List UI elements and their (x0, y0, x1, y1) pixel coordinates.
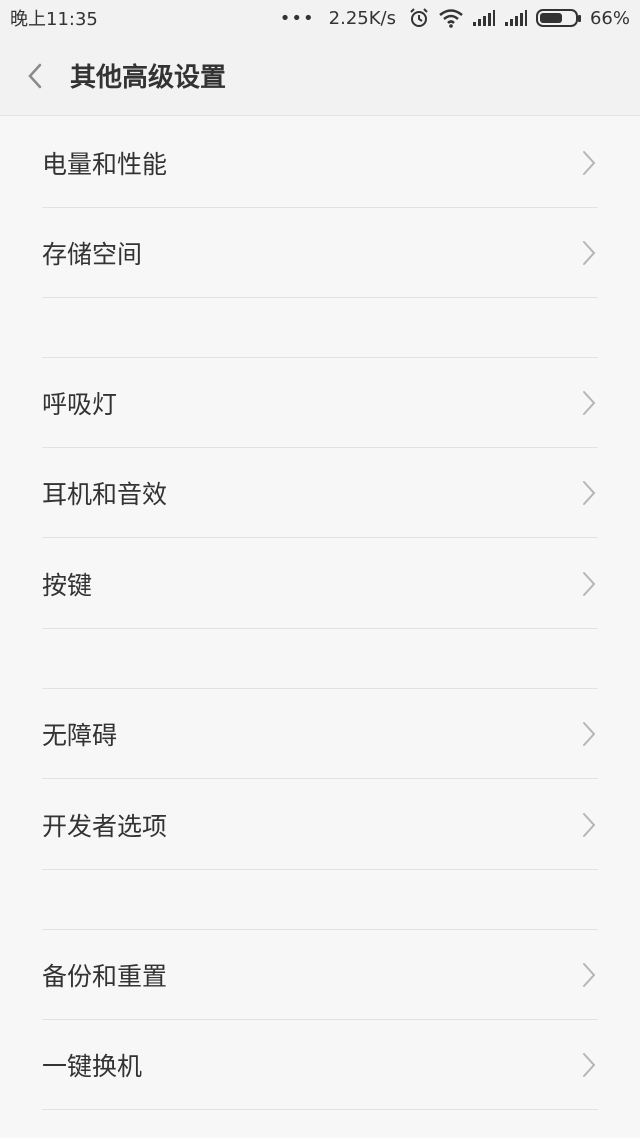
chevron-right-icon (583, 812, 596, 837)
chevron-right-icon (583, 240, 596, 265)
network-speed: 2.25K/s (328, 7, 396, 29)
signal-icon (472, 9, 496, 27)
chevron-right-icon (583, 721, 596, 746)
chevron-right-icon (583, 1052, 596, 1077)
settings-item-accessibility[interactable]: 无障碍 (42, 689, 598, 779)
settings-item-headphones-audio[interactable]: 耳机和音效 (42, 448, 598, 538)
settings-item-label: 存储空间 (42, 239, 143, 269)
chevron-right-icon (583, 571, 596, 596)
chevron-right-icon (583, 480, 596, 505)
page-title: 其他高级设置 (70, 63, 227, 93)
settings-item-battery-performance[interactable]: 电量和性能 (42, 118, 598, 208)
status-bar: 晚上11:35 ••• 2.25K/s 66% (0, 0, 640, 36)
settings-item-developer-options[interactable]: 开发者选项 (42, 780, 598, 870)
settings-item-notification-light[interactable]: 呼吸灯 (42, 358, 598, 448)
settings-item-label: 备份和重置 (42, 961, 168, 991)
settings-item-phone-migration[interactable]: 一键换机 (42, 1020, 598, 1110)
chevron-left-icon (28, 63, 42, 88)
settings-item-label: 无障碍 (42, 720, 118, 750)
more-dots-icon: ••• (279, 7, 315, 29)
settings-item-buttons[interactable]: 按键 (42, 539, 598, 629)
signal-icon (504, 9, 528, 27)
battery-percent: 66% (589, 7, 630, 29)
alarm-icon (408, 7, 430, 29)
title-bar: 其他高级设置 (0, 36, 640, 116)
settings-item-label: 呼吸灯 (42, 389, 118, 419)
battery-icon (535, 9, 581, 27)
settings-item-backup-reset[interactable]: 备份和重置 (42, 930, 598, 1020)
back-button[interactable] (0, 36, 70, 116)
chevron-right-icon (583, 150, 596, 175)
status-time: 晚上11:35 (10, 9, 98, 30)
settings-item-label: 开发者选项 (42, 811, 168, 841)
chevron-right-icon (583, 962, 596, 987)
settings-item-storage[interactable]: 存储空间 (42, 208, 598, 298)
settings-item-label: 电量和性能 (42, 149, 168, 179)
wifi-icon (438, 8, 464, 28)
settings-item-label: 耳机和音效 (42, 479, 168, 509)
settings-item-label: 按键 (42, 570, 93, 600)
chevron-right-icon (583, 390, 596, 415)
settings-item-label: 一键换机 (42, 1051, 143, 1081)
